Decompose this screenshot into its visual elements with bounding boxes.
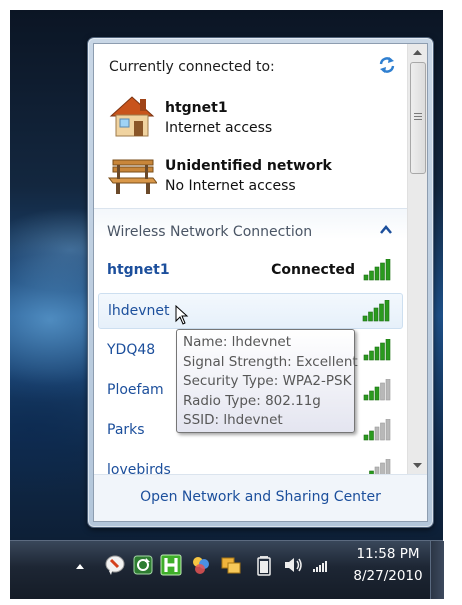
signal-strength-icon	[363, 379, 391, 401]
wifi-network-name: htgnet1	[107, 262, 170, 278]
h-app-icon[interactable]	[160, 554, 182, 576]
signal-bar	[374, 466, 380, 474]
wifi-network-status: Connected	[271, 262, 355, 278]
clock-time[interactable]: 11:58 PM	[348, 546, 428, 562]
tooltip-signal: Signal Strength: Excellent	[183, 353, 358, 370]
network-flyout-panel: Currently connected to: htgnet1 Internet…	[93, 43, 428, 522]
mouse-cursor-icon	[175, 305, 189, 325]
signal-strength-icon	[363, 339, 391, 361]
wifi-network-name: lovebirds	[107, 462, 171, 474]
signal-strength-icon	[363, 419, 391, 441]
wifi-network-item[interactable]: lovebirds	[98, 453, 403, 474]
taskbar: 11:58 PM 8/27/2010	[10, 540, 444, 599]
show-hidden-icons-arrow-icon[interactable]	[74, 561, 86, 573]
signal-bar	[363, 434, 369, 441]
signal-bar	[385, 459, 391, 474]
signal-bar	[374, 346, 380, 361]
wifi-network-name: YDQ48	[107, 342, 156, 358]
battery-icon[interactable]	[253, 554, 275, 576]
wifi-network-name: Parks	[107, 422, 145, 438]
network-tooltip: Name: lhdevnet Signal Strength: Excellen…	[176, 329, 358, 433]
network-signal-icon[interactable]	[310, 554, 332, 576]
signal-bar	[385, 379, 391, 401]
park-bench-icon	[107, 159, 157, 194]
connection-name: Unidentified network	[165, 158, 332, 174]
wifi-network-name: Ploefam	[107, 382, 164, 398]
show-desktop-button[interactable]	[430, 541, 444, 599]
connected-network-htgnet1: htgnet1 Internet access	[107, 94, 397, 140]
signal-bar	[380, 462, 385, 474]
signal-bar	[380, 382, 385, 401]
scroll-down-arrow-icon[interactable]	[408, 457, 427, 474]
flyout-footer: Open Network and Sharing Center	[94, 474, 427, 521]
tooltip-ssid: SSID: lhdevnet	[183, 412, 283, 428]
signal-bar	[363, 394, 369, 401]
signal-bar	[379, 303, 384, 322]
signal-bar	[385, 419, 391, 441]
vertical-scrollbar[interactable]	[407, 44, 427, 474]
connected-network-unidentified: Unidentified network No Internet access	[107, 152, 397, 198]
connection-name: htgnet1	[165, 100, 228, 116]
tooltip-name: Name: lhdevnet	[183, 334, 291, 350]
signal-bar	[374, 426, 380, 441]
signal-bar	[380, 262, 385, 281]
signal-bar	[385, 259, 391, 281]
refresh-icon[interactable]	[378, 56, 396, 74]
folders-icon[interactable]	[220, 554, 242, 576]
speaker-icon[interactable]	[282, 554, 304, 576]
paint-icon[interactable]	[190, 554, 212, 576]
signal-strength-icon	[369, 459, 391, 474]
signal-bar	[384, 300, 390, 322]
clock-date[interactable]: 8/27/2010	[348, 568, 428, 584]
wifi-network-item[interactable]: htgnet1 Connected	[98, 253, 403, 289]
signal-bar	[369, 270, 374, 281]
signal-bar	[363, 274, 369, 281]
open-network-sharing-center-link[interactable]: Open Network and Sharing Center	[94, 489, 427, 505]
scroll-up-arrow-icon[interactable]	[408, 44, 427, 61]
signal-bar	[380, 342, 385, 361]
connection-status: Internet access	[165, 120, 273, 136]
scrollbar-thumb[interactable]	[410, 62, 426, 174]
currently-connected-label: Currently connected to:	[109, 59, 275, 75]
signal-bar	[374, 266, 380, 281]
wifi-network-name: lhdevnet	[108, 303, 170, 319]
network-flyout: Currently connected to: htgnet1 Internet…	[87, 37, 434, 528]
notes-icon[interactable]	[104, 554, 126, 576]
connection-status: No Internet access	[165, 178, 296, 194]
chevron-up-icon[interactable]	[378, 222, 394, 238]
signal-bar	[368, 311, 373, 322]
signal-strength-icon	[362, 300, 390, 322]
signal-bar	[373, 307, 379, 322]
tooltip-security: Security Type: WPA2-PSK	[183, 373, 352, 389]
signal-strength-icon	[363, 259, 391, 281]
signal-bar	[363, 354, 369, 361]
signal-bar	[374, 386, 380, 401]
signal-bar	[380, 422, 385, 441]
signal-bar	[369, 350, 374, 361]
signal-bar	[369, 430, 374, 441]
tooltip-radio: Radio Type: 802.11g	[183, 392, 321, 409]
signal-bar	[369, 390, 374, 401]
house-icon	[109, 96, 155, 137]
wireless-section-header[interactable]: Wireless Network Connection	[107, 224, 312, 240]
signal-bar	[362, 315, 368, 322]
recycle-icon[interactable]	[132, 554, 154, 576]
wifi-network-item[interactable]: lhdevnet	[98, 293, 403, 329]
signal-bar	[385, 339, 391, 361]
